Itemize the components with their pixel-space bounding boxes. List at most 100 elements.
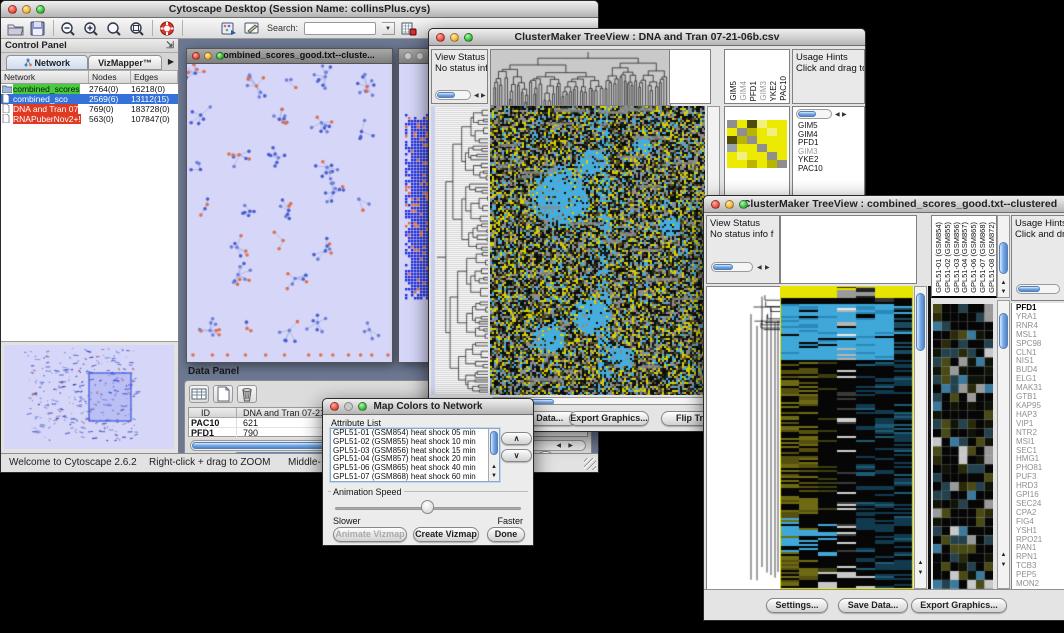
tv2-top-dendrogram-panel [780, 215, 917, 284]
move-down-button[interactable]: ∨ [501, 449, 532, 462]
close-icon[interactable] [192, 52, 200, 60]
minimize-icon[interactable] [725, 200, 734, 209]
close-icon[interactable] [436, 33, 445, 42]
attribute-list-item[interactable]: GPL51-07 (GSM868) heat shock 60 min [331, 473, 499, 482]
scroll-right-icon[interactable]: ▶ [481, 92, 486, 100]
tv2-summary-heatmap[interactable] [933, 304, 993, 589]
zoom-icon[interactable] [36, 5, 45, 14]
minimize-icon[interactable] [344, 402, 353, 411]
tv1-heatmap[interactable] [490, 106, 705, 395]
treeview2-titlebar[interactable]: ClusterMaker TreeView : combined_scores_… [704, 196, 1064, 213]
scroll-right-icon[interactable]: ▶ [568, 442, 573, 449]
tv2-status-scrollbar[interactable] [711, 262, 753, 272]
scroll-down-icon[interactable]: ▼ [915, 570, 926, 576]
resize-grip[interactable] [584, 458, 596, 470]
zoom-fit-icon[interactable] [106, 21, 123, 36]
tv1-left-dendrogram[interactable] [435, 106, 488, 395]
zoom-icon[interactable] [464, 33, 473, 42]
scroll-right-icon[interactable]: ▶ [765, 264, 770, 272]
network-view-titlebar[interactable]: combined_scores_good.txt--cluste... [187, 49, 392, 64]
tv2-column-label: GPL51-01 (GSM854) [934, 222, 943, 293]
dialog-titlebar[interactable]: Map Colors to Network [323, 399, 533, 415]
scroll-left-icon[interactable]: ◀ [556, 442, 561, 449]
close-icon[interactable] [711, 200, 720, 209]
tv2-hints-scrollbar[interactable] [1016, 284, 1060, 294]
minimize-icon[interactable] [416, 52, 424, 60]
zoom-out-icon[interactable] [60, 21, 77, 36]
tab-network[interactable]: Network [6, 55, 88, 70]
network-graph-canvas[interactable] [187, 64, 392, 362]
tv1-status-scrollbar[interactable] [435, 90, 471, 100]
zoom-icon[interactable] [358, 402, 367, 411]
folder-icon [2, 84, 12, 93]
scroll-left-icon[interactable]: ◀ [835, 111, 840, 119]
tv1-top-dendrogram[interactable] [490, 49, 671, 106]
animate-vizmap-button[interactable]: Animate Vizmap [333, 527, 407, 542]
annotation-icon[interactable] [244, 21, 261, 36]
zoom-icon[interactable] [739, 200, 748, 209]
zoom-icon[interactable] [216, 52, 224, 60]
network-table-row[interactable]: combined_scores2764(0)16218(0) [1, 84, 178, 94]
table-import-icon[interactable] [401, 21, 418, 36]
attribute-list-scrollbar[interactable]: ▲ ▼ [488, 429, 499, 481]
minimize-icon[interactable] [204, 52, 212, 60]
scroll-up-icon[interactable]: ▲ [489, 464, 499, 470]
birdseye-view[interactable] [4, 345, 174, 449]
attribute-table-icon[interactable] [189, 385, 209, 403]
treeview1-titlebar[interactable]: ClusterMaker TreeView : DNA and Tran 07-… [429, 29, 865, 46]
tv2-labels-vscrollbar[interactable]: ▲ ▼ [997, 215, 1010, 298]
float-panel-icon[interactable]: ⇲ [166, 40, 174, 51]
tv2-gene-label[interactable]: MON2 [1014, 580, 1042, 589]
tv2-export-graphics-button[interactable]: Export Graphics... [911, 598, 1007, 613]
tv2-heatmap-vscrollbar[interactable]: ▲ ▼ [914, 286, 927, 589]
open-file-icon[interactable] [7, 21, 24, 36]
scroll-up-icon[interactable]: ▲ [998, 280, 1009, 286]
scroll-up-icon[interactable]: ▲ [998, 552, 1009, 558]
move-up-button[interactable]: ∧ [501, 432, 532, 445]
close-icon[interactable] [330, 402, 339, 411]
scroll-down-icon[interactable]: ▼ [998, 562, 1009, 568]
matrix-cell [747, 136, 757, 144]
tv1-gene-label[interactable]: PAC10 [796, 165, 823, 174]
scroll-down-icon[interactable]: ▼ [998, 289, 1009, 295]
scroll-right-icon[interactable]: ▶ [842, 111, 847, 119]
zoom-in-icon[interactable] [83, 21, 100, 36]
tv1-correlation-matrix[interactable] [727, 120, 787, 168]
search-input[interactable] [304, 22, 376, 35]
minimize-icon[interactable] [450, 33, 459, 42]
tv1-export-graphics-button[interactable]: Export Graphics... [569, 411, 649, 426]
network-table-row[interactable]: DNA and Tran 07769(0)183728(0) [1, 104, 178, 114]
minimize-icon[interactable] [22, 5, 31, 14]
main-titlebar[interactable]: Cytoscape Desktop (Session Name: collins… [1, 1, 598, 18]
lifesaver-icon[interactable] [159, 21, 176, 36]
snapshot-icon[interactable] [221, 21, 238, 36]
tab-overflow-arrow[interactable]: ▶ [168, 57, 174, 66]
tv1-gene-scrollbar[interactable] [796, 109, 832, 119]
scroll-up-icon[interactable]: ▲ [915, 560, 926, 566]
create-vizmap-button[interactable]: Create Vizmap [413, 527, 479, 542]
done-button[interactable]: Done [487, 527, 525, 542]
scroll-down-icon[interactable]: ▼ [489, 473, 499, 479]
matrix-cell [777, 144, 787, 152]
network-table-row[interactable]: RNAPuberNov2+!563(0)107847(0) [1, 114, 178, 124]
tv2-summary-vscrollbar[interactable]: ▲ ▼ [997, 300, 1010, 589]
matrix-cell [777, 128, 787, 136]
tv2-heatmap[interactable] [780, 286, 913, 589]
tv2-save-data-button[interactable]: Save Data... [838, 598, 908, 613]
tv1-view-status-panel: View Status No status info f ◀ ▶ [431, 49, 488, 104]
zoom-selected-icon[interactable] [129, 21, 146, 36]
search-dropdown-arrow[interactable]: ▼ [382, 22, 395, 35]
new-attribute-icon[interactable] [213, 385, 233, 403]
tv2-left-dendrogram[interactable] [706, 286, 782, 591]
attribute-list[interactable]: GPL51-01 (GSM854) heat shock 05 minGPL51… [330, 428, 500, 482]
save-icon[interactable] [30, 21, 47, 36]
tab-vizmapper[interactable]: VizMapper™ [88, 55, 162, 70]
scroll-left-icon[interactable]: ◀ [474, 92, 479, 100]
tv2-settings-button[interactable]: Settings... [766, 598, 828, 613]
network-table-row[interactable]: combined_sco2569(6)13112(15) [1, 94, 178, 104]
close-icon[interactable] [8, 5, 17, 14]
close-icon[interactable] [404, 52, 412, 60]
scroll-left-icon[interactable]: ◀ [757, 264, 762, 272]
delete-attribute-icon[interactable] [237, 385, 257, 403]
slider-thumb[interactable] [421, 500, 434, 514]
